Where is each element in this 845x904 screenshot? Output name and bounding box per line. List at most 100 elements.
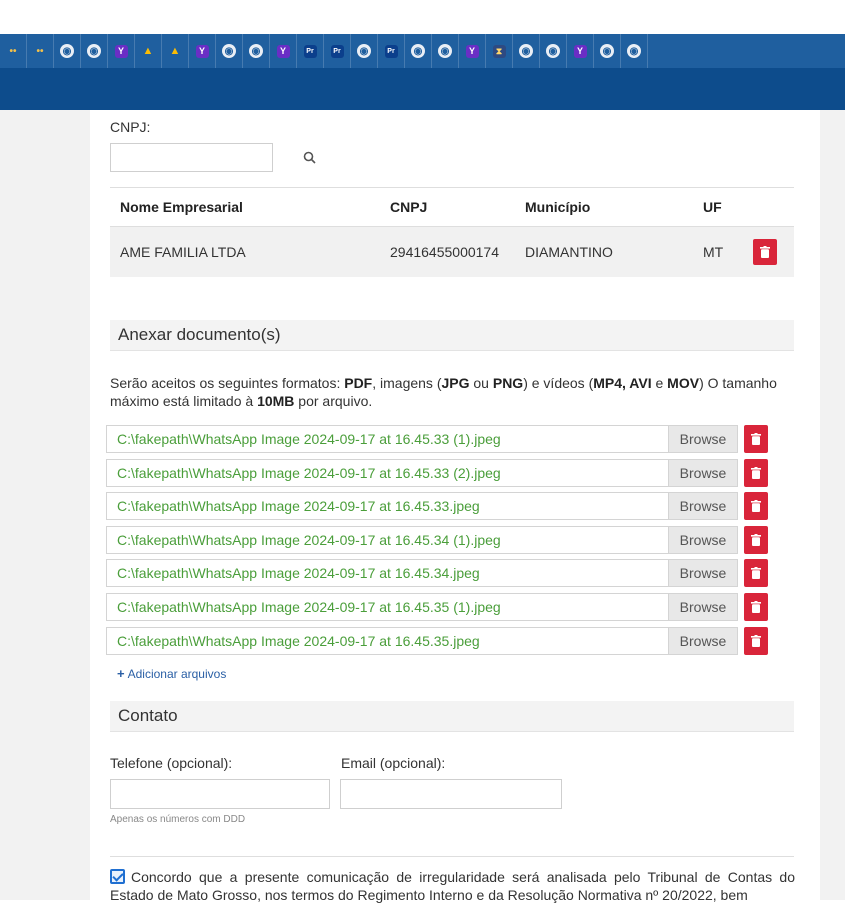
file-path: C:\fakepath\WhatsApp Image 2024-09-17 at…: [117, 599, 501, 615]
phone-label: Telefone (opcional):: [110, 755, 233, 771]
globe-favicon-icon: ◉: [438, 44, 452, 58]
yahoo-favicon-icon: Y: [195, 44, 209, 58]
site-navbar: [0, 68, 845, 110]
globe-favicon-icon: ◉: [519, 44, 533, 58]
file-path: C:\fakepath\WhatsApp Image 2024-09-17 at…: [117, 531, 501, 548]
browser-tab[interactable]: Y: [270, 34, 297, 68]
trash-icon: [751, 567, 761, 580]
file-input-row[interactable]: C:\fakepath\WhatsApp Image 2024-09-17 at…: [106, 559, 738, 588]
browser-tab[interactable]: ▲: [135, 34, 162, 68]
browser-tab[interactable]: ◉: [432, 34, 459, 68]
globe-favicon-icon: ◉: [222, 44, 236, 58]
file-input-row[interactable]: C:\fakepath\WhatsApp Image 2024-09-17 at…: [106, 525, 738, 554]
cell-nome: AME FAMILIA LTDA: [120, 244, 246, 260]
trash-icon: [751, 533, 761, 546]
table-row: AME FAMILIA LTDA 29416455000174 DIAMANTI…: [110, 227, 794, 277]
globe-favicon-icon: ◉: [60, 44, 74, 58]
globe-favicon-icon: ◉: [411, 44, 425, 58]
browser-tab[interactable]: Y: [189, 34, 216, 68]
contact-section-title: Contato: [110, 701, 794, 732]
remove-file-button[interactable]: [744, 593, 768, 621]
divider: [110, 856, 794, 857]
browser-tab[interactable]: Pr: [297, 34, 324, 68]
remove-file-button[interactable]: [744, 492, 768, 521]
browser-tab[interactable]: ◉: [405, 34, 432, 68]
pdf-favicon-icon: Pr: [330, 44, 344, 58]
browser-tab[interactable]: ◉: [513, 34, 540, 68]
header-cnpj: CNPJ: [390, 199, 428, 215]
email-label: Email (opcional):: [341, 755, 446, 771]
consent-checkbox[interactable]: [110, 869, 125, 884]
browse-button[interactable]: Browse: [668, 493, 737, 520]
trash-icon: [751, 500, 761, 513]
remove-file-button[interactable]: [744, 626, 768, 655]
browser-tab[interactable]: ••: [27, 34, 54, 68]
globe-favicon-icon: ◉: [357, 44, 371, 58]
browse-button[interactable]: Browse: [668, 594, 737, 620]
browser-tab[interactable]: ◉: [540, 34, 567, 68]
browser-tab-strip: •• •• ◉ ◉ Y ▲ ▲ Y ◉ ◉ Y Pr Pr ◉ Pr ◉ ◉ Y ⧗ ◉ ◉ Y ◉ ◉: [0, 34, 845, 68]
remove-file-button[interactable]: [744, 458, 768, 487]
header-municipio: Município: [525, 199, 591, 215]
cnpj-input[interactable]: [110, 143, 273, 172]
plus-icon: +: [117, 666, 125, 681]
pdf-favicon-icon: Pr: [303, 44, 317, 58]
browse-button[interactable]: Browse: [668, 459, 737, 486]
header-uf: UF: [703, 199, 722, 215]
email-input[interactable]: [340, 779, 562, 809]
file-input-row[interactable]: C:\fakepath\WhatsApp Image 2024-09-17 at…: [106, 425, 738, 453]
attachments-section-title: Anexar documento(s): [110, 320, 794, 351]
browser-tab[interactable]: ◉: [351, 34, 378, 68]
browse-button[interactable]: Browse: [668, 526, 737, 553]
trash-icon: [760, 246, 770, 258]
browser-tab[interactable]: Y: [108, 34, 135, 68]
globe-favicon-icon: ◉: [546, 44, 560, 58]
browser-tab[interactable]: Pr: [324, 34, 351, 68]
cell-municipio: DIAMANTINO: [525, 244, 613, 260]
file-path: C:\fakepath\WhatsApp Image 2024-09-17 at…: [117, 464, 501, 481]
add-files-link[interactable]: + Adicionar arquivos: [117, 666, 226, 681]
file-input-row[interactable]: C:\fakepath\WhatsApp Image 2024-09-17 at…: [106, 626, 738, 655]
file-path: C:\fakepath\WhatsApp Image 2024-09-17 at…: [117, 632, 480, 649]
file-input-row[interactable]: C:\fakepath\WhatsApp Image 2024-09-17 at…: [106, 593, 738, 621]
trash-icon: [751, 601, 761, 613]
browser-tab[interactable]: Y: [459, 34, 486, 68]
remove-file-button[interactable]: [744, 525, 768, 554]
file-path: C:\fakepath\WhatsApp Image 2024-09-17 at…: [117, 431, 501, 447]
browse-button[interactable]: Browse: [668, 627, 737, 654]
phone-input[interactable]: [110, 779, 330, 809]
browser-tab[interactable]: Pr: [378, 34, 405, 68]
search-button[interactable]: [290, 143, 328, 172]
file-input-row[interactable]: C:\fakepath\WhatsApp Image 2024-09-17 at…: [106, 458, 738, 487]
cell-uf: MT: [703, 244, 724, 260]
remove-file-button[interactable]: [744, 425, 768, 453]
browser-tab[interactable]: ◉: [54, 34, 81, 68]
pdf-favicon-icon: Pr: [384, 44, 398, 58]
drive-favicon-icon: ▲: [169, 45, 181, 57]
browser-tab[interactable]: ◉: [216, 34, 243, 68]
browse-button[interactable]: Browse: [668, 560, 737, 587]
browser-tab[interactable]: Y: [567, 34, 594, 68]
consent-text: Concordo que a presente comunicação de i…: [110, 869, 795, 903]
header-nome-empresarial: Nome Empresarial: [120, 199, 243, 215]
cell-cnpj: 29416455000174: [390, 244, 500, 260]
browser-tab[interactable]: ▲: [162, 34, 189, 68]
browser-tab[interactable]: ◉: [594, 34, 621, 68]
yahoo-favicon-icon: Y: [573, 44, 587, 58]
browser-tab[interactable]: ⧗: [486, 34, 513, 68]
remove-file-button[interactable]: [744, 559, 768, 588]
browser-tab[interactable]: ◉: [243, 34, 270, 68]
browser-tab[interactable]: ◉: [621, 34, 648, 68]
browse-button[interactable]: Browse: [668, 426, 737, 452]
yahoo-favicon-icon: Y: [465, 44, 479, 58]
remove-company-button[interactable]: [753, 239, 777, 265]
browser-tab[interactable]: ••: [0, 34, 27, 68]
drive-favicon-icon: ▲: [142, 45, 154, 57]
consent-block: Concordo que a presente comunicação de i…: [110, 868, 795, 904]
trash-icon: [751, 466, 761, 479]
hour-favicon-icon: ⧗: [492, 44, 506, 58]
trash-icon: [751, 634, 761, 647]
table-header-row: Nome Empresarial CNPJ Município UF: [110, 187, 794, 227]
browser-tab[interactable]: ◉: [81, 34, 108, 68]
file-input-row[interactable]: C:\fakepath\WhatsApp Image 2024-09-17 at…: [106, 492, 738, 521]
